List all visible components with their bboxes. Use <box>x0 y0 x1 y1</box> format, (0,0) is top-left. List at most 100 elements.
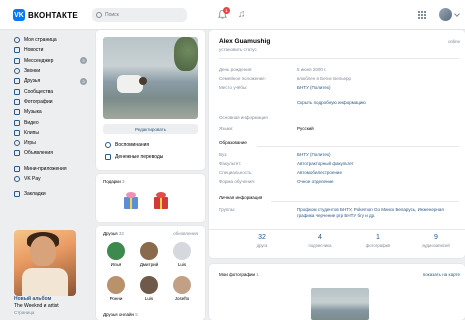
nav-item-label: Фотографии <box>24 98 53 105</box>
nav-item-chat[interactable]: Мессенджер 3 <box>14 56 94 66</box>
gifts-title: Подарки 3 <box>103 179 125 184</box>
info-value[interactable]: влюблен в Бегис Бельерр <box>297 76 351 81</box>
gift-item[interactable] <box>120 189 142 211</box>
friend-avatar <box>173 276 191 294</box>
memories-icon <box>105 142 111 148</box>
info-key: Вуз: <box>219 152 228 157</box>
friends-updates-link[interactable]: обновления <box>173 231 198 236</box>
nav-item-photo[interactable]: Фотографии <box>14 97 94 107</box>
nav-item-music[interactable]: Музыка <box>14 107 94 117</box>
info-value[interactable]: Очное отделение <box>297 179 334 184</box>
hide-details-link[interactable]: Скрыть подробную информацию <box>297 100 366 105</box>
promo-title[interactable]: Новый альбом <box>14 296 51 302</box>
nav-item-groups[interactable]: Сообщества <box>14 86 94 96</box>
show-on-map-link[interactable]: показать на карте <box>423 272 460 277</box>
nav-item-label: Мини-приложения <box>24 165 67 172</box>
nav-item-video[interactable]: Видео <box>14 117 94 127</box>
nav-item-label: Музыка <box>24 109 42 116</box>
photos-title[interactable]: Мои фотографии 1 <box>219 272 259 277</box>
counter-label: фотография <box>365 243 391 248</box>
friend-item[interactable]: Дмитрий <box>135 242 163 267</box>
promo-face <box>30 236 56 266</box>
nav-item-friends[interactable]: Друзья 3 <box>14 76 94 86</box>
friend-item[interactable]: Илья <box>102 242 130 267</box>
friends-title-text: Друзья <box>103 231 118 236</box>
gifts-count: 3 <box>122 179 125 184</box>
photo-thumbnail[interactable] <box>311 288 369 320</box>
nav-item-ads[interactable]: Объявления <box>14 148 94 158</box>
search-box[interactable] <box>92 8 187 22</box>
friend-item[interactable]: Josefto <box>168 276 196 301</box>
nav-item-label: Сообщества <box>24 88 54 95</box>
profile-counter[interactable]: 4 подписчика <box>295 234 345 248</box>
gifts-card[interactable]: Подарки 3 <box>96 174 205 222</box>
top-bar: VK ВКОНТАКТЕ 1 ♫ <box>0 0 465 30</box>
nav-item-label: Друзья <box>24 78 41 85</box>
apps-icon <box>14 165 20 172</box>
profile-photo[interactable] <box>103 37 198 119</box>
photos-title-text: Мои фотографии <box>219 272 256 277</box>
promo-banner[interactable] <box>14 230 76 296</box>
info-value[interactable]: БНТУ (Политех) <box>297 152 331 157</box>
friends-count: 32 <box>118 231 124 236</box>
profile-counter[interactable]: 32 друга <box>237 234 287 248</box>
friends-online-title[interactable]: Друзья онлайн 5 <box>103 312 138 317</box>
photo-head <box>139 77 147 85</box>
info-row: Специальность: Автомобилестроение <box>219 170 459 178</box>
nav-item-news[interactable]: Новости <box>14 45 94 55</box>
apps-grid-icon[interactable] <box>418 11 426 19</box>
set-status-link[interactable]: установить статус <box>219 47 257 52</box>
personal-info-title: Личная информация <box>219 195 263 200</box>
nav-item-bookmark[interactable]: Закладки <box>14 189 94 199</box>
nav-item-games[interactable]: Игры <box>14 138 94 148</box>
friends-icon <box>14 78 20 85</box>
video-icon <box>14 119 20 126</box>
nav-item-home[interactable]: Моя страница <box>14 35 94 45</box>
nav-item-label: Мессенджер <box>24 57 54 64</box>
profile-name: Alex Guamushig <box>219 38 271 45</box>
nav-item-label: Объявления <box>24 150 53 157</box>
gift-item[interactable] <box>150 189 172 211</box>
friend-item[interactable]: Luis <box>135 276 163 301</box>
friend-name: Ронни <box>109 296 123 301</box>
info-value[interactable]: БНТУ (Политех) <box>297 85 331 90</box>
groups-value[interactable]: Профком студентов БНТУ, Pokemon Go Минск… <box>297 207 447 219</box>
nav-item-phone[interactable]: Звонки <box>14 66 94 76</box>
divider <box>271 201 459 202</box>
money-transfers-link[interactable]: Денежные переводы <box>105 154 163 160</box>
nav-item-apps[interactable]: Мини-приложения <box>14 164 94 174</box>
friends-online-count: 5 <box>135 312 138 317</box>
info-row: Факультет: Автотракторный факультет <box>219 161 459 169</box>
vk-logo[interactable]: VK ВКОНТАКТЕ <box>13 9 78 21</box>
nav-item-label: Видео <box>24 119 39 126</box>
music-icon[interactable]: ♫ <box>238 9 246 20</box>
friend-item[interactable]: Ронни <box>102 276 130 301</box>
news-icon <box>14 47 20 54</box>
info-row: Форма обучения: Очное отделение <box>219 179 459 187</box>
info-value[interactable]: Автомобилестроение <box>297 170 342 175</box>
info-row: Семейное положение: влюблен в Бегис Бель… <box>219 76 459 84</box>
profile-avatar[interactable] <box>439 8 452 21</box>
ads-icon <box>14 150 20 157</box>
friends-online-text: Друзья онлайн <box>103 312 134 317</box>
info-value[interactable]: 5 июня 2000 г. <box>297 67 326 72</box>
memories-link[interactable]: Воспоминания <box>105 142 149 148</box>
music-icon <box>14 109 20 116</box>
search-input[interactable] <box>105 12 180 18</box>
phone-icon <box>14 68 20 75</box>
info-value[interactable]: Автотракторный факультет <box>297 161 354 166</box>
nav-item-vkpay[interactable]: VK Pay <box>14 174 94 184</box>
left-nav: Моя страница Новости Мессенджер 3 Звонки Друз… <box>14 35 94 199</box>
nav-item-clips[interactable]: Клипы <box>14 128 94 138</box>
friends-title[interactable]: Друзья 32 <box>103 231 124 236</box>
profile-counter[interactable]: 9 аудиозаписей <box>411 234 461 248</box>
chevron-down-icon[interactable] <box>454 11 460 17</box>
edit-profile-button[interactable]: Редактировать <box>103 124 198 134</box>
friend-item[interactable]: Luis <box>168 242 196 267</box>
profile-counter[interactable]: 1 фотография <box>353 234 403 248</box>
chat-icon <box>14 57 20 64</box>
counter-value: 9 <box>434 234 438 241</box>
notification-badge: 1 <box>223 7 230 14</box>
info-key: Форма обучения: <box>219 179 256 184</box>
info-key: Место учёбы: <box>219 85 248 90</box>
